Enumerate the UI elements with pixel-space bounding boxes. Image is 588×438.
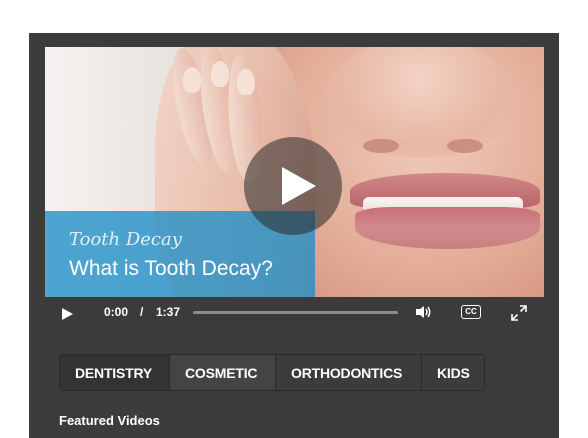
- featured-videos-heading: Featured Videos: [59, 413, 160, 428]
- closed-captions-icon[interactable]: CC: [461, 305, 481, 319]
- video-controls: 0:00 / 1:37 CC: [45, 297, 544, 328]
- video-category: Tooth Decay: [69, 229, 182, 250]
- play-icon: [62, 308, 73, 320]
- play-icon: [282, 167, 316, 205]
- volume-button[interactable]: [415, 305, 433, 324]
- category-tabs: DENTISTRY COSMETIC ORTHODONTICS KIDS: [59, 354, 485, 391]
- volume-icon: [416, 306, 431, 318]
- tab-cosmetic[interactable]: COSMETIC: [170, 355, 276, 390]
- tab-kids[interactable]: KIDS: [422, 355, 484, 390]
- fullscreen-icon: [511, 305, 527, 321]
- tab-dentistry[interactable]: DENTISTRY: [60, 355, 170, 390]
- video-poster[interactable]: Tooth Decay What is Tooth Decay?: [45, 47, 544, 297]
- time-separator: /: [140, 305, 144, 319]
- fullscreen-button[interactable]: [511, 305, 527, 326]
- video-player[interactable]: Tooth Decay What is Tooth Decay? 0:00 / …: [45, 47, 544, 328]
- video-title: What is Tooth Decay?: [69, 257, 273, 280]
- progress-bar[interactable]: [193, 311, 398, 314]
- play-button[interactable]: [61, 307, 75, 325]
- big-play-button[interactable]: [244, 137, 342, 235]
- current-time: 0:00: [104, 305, 129, 319]
- video-widget: Tooth Decay What is Tooth Decay? 0:00 / …: [29, 33, 559, 438]
- duration: 1:37: [156, 305, 181, 319]
- tab-orthodontics[interactable]: ORTHODONTICS: [276, 355, 422, 390]
